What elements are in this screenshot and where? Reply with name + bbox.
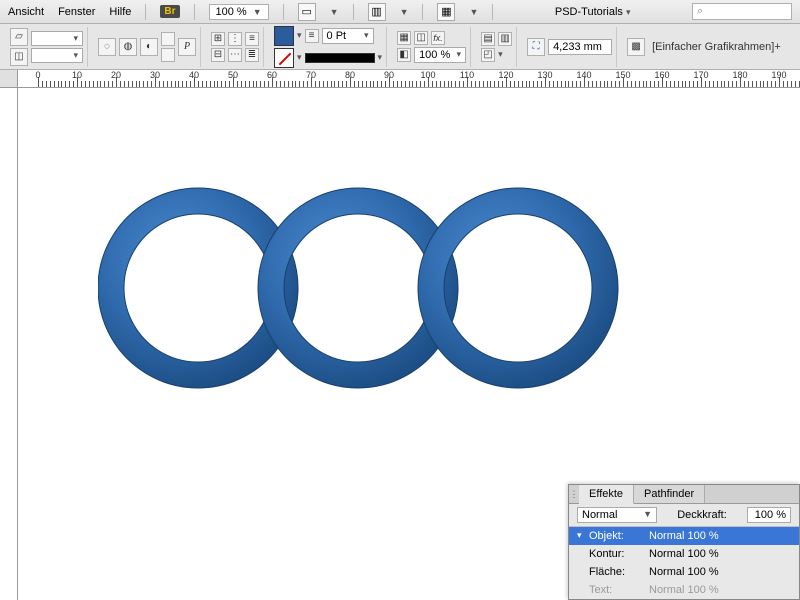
menu-ansicht[interactable]: Ansicht <box>8 6 44 18</box>
constrain-icon-2[interactable]: ◫ <box>10 48 28 66</box>
constrain-icon[interactable]: ▱ <box>10 28 28 46</box>
type-icon[interactable]: P <box>178 38 196 56</box>
tab-pathfinder[interactable]: Pathfinder <box>634 485 705 503</box>
stroke-weight-field[interactable]: 0 Pt▾ <box>322 28 374 44</box>
object-style-name[interactable]: [Einfacher Grafikrahmen]+ <box>648 41 781 53</box>
wrap-icon[interactable]: ▤ <box>481 32 495 46</box>
view-mode-1-icon[interactable]: ▭ <box>298 3 316 21</box>
panel-tabs: ⋮ Effekte Pathfinder <box>569 485 799 504</box>
audi-rings-artwork[interactable] <box>98 178 638 398</box>
align-icon[interactable]: ≣ <box>245 48 259 62</box>
height-field[interactable]: ▾ <box>31 48 83 63</box>
opacity-field[interactable]: 100 %▾ <box>414 47 466 63</box>
tab-effekte[interactable]: Effekte <box>579 485 634 504</box>
opacity-icon[interactable]: ◧ <box>397 48 411 62</box>
pathfinder-icon[interactable]: ◍ <box>119 38 137 56</box>
ruler-vertical[interactable] <box>0 88 18 600</box>
frame-fit-icon[interactable]: ⛶ <box>527 38 545 56</box>
menu-fenster[interactable]: Fenster <box>58 6 95 18</box>
effects-row-objekt[interactable]: ▾ Objekt:Normal 100 % <box>569 527 799 545</box>
width-field[interactable]: ▾ <box>31 31 83 46</box>
separator <box>492 4 493 20</box>
style-icon[interactable]: ▩ <box>627 38 645 56</box>
search-box[interactable]: ⌕ <box>692 3 792 20</box>
disclosure-triangle-icon: ▾ <box>577 530 582 541</box>
fx-icon[interactable]: fx. <box>431 31 445 45</box>
menubar: Ansicht Fenster Hilfe Br 100 %▼ ▭▼ ▥▼ ▦▼… <box>0 0 800 24</box>
tool-icon[interactable] <box>161 32 175 46</box>
workspace-dropdown[interactable]: PSD-Tutorials ▾ <box>555 6 631 18</box>
measurement-field[interactable]: 4,233 mm <box>548 39 612 55</box>
separator <box>422 4 423 20</box>
effect-icon[interactable]: ▦ <box>397 31 411 45</box>
align-icon[interactable]: ≡ <box>245 32 259 46</box>
separator <box>194 4 195 20</box>
pathfinder-icon[interactable]: ◐ <box>140 38 158 56</box>
stroke-style[interactable] <box>305 53 375 63</box>
fill-swatch[interactable] <box>274 26 294 46</box>
opacity-field[interactable]: 100 % <box>747 507 791 523</box>
distribute-icon[interactable]: ⋮ <box>228 32 242 46</box>
stroke-swatch[interactable] <box>274 48 294 68</box>
separator <box>353 4 354 20</box>
search-icon: ⌕ <box>697 5 703 18</box>
effects-row-flaeche[interactable]: Fläche:Normal 100 % <box>569 563 799 581</box>
panel-grip-icon[interactable]: ⋮ <box>569 485 579 503</box>
corner-icon[interactable]: ◰ <box>481 48 495 62</box>
align-icon[interactable]: ⊞ <box>211 32 225 46</box>
menu-hilfe[interactable]: Hilfe <box>109 6 131 18</box>
effects-panel: ⋮ Effekte Pathfinder Normal▼ Deckkraft: … <box>568 484 800 600</box>
separator <box>145 4 146 20</box>
effects-row-kontur[interactable]: Kontur:Normal 100 % <box>569 545 799 563</box>
zoom-dropdown[interactable]: 100 %▼ <box>209 4 269 20</box>
separator <box>283 4 284 20</box>
stroke-weight-icon: ≡ <box>305 29 319 43</box>
tool-icon[interactable] <box>161 48 175 62</box>
align-icon[interactable]: ⊟ <box>211 48 225 62</box>
opacity-label: Deckkraft: <box>677 509 727 521</box>
chevron-down-icon: ▼ <box>253 7 262 17</box>
control-bar: ▱◫ ▾▾ ◌ ◍ ◐ P ⊞⊟ ⋮⋯ ≡≣ ▾ ≡ 0 Pt▾ ▾ ▾ ▦◫f… <box>0 24 800 70</box>
ruler-corner <box>0 70 18 88</box>
view-mode-2-icon[interactable]: ▥ <box>368 3 386 21</box>
ruler-horizontal[interactable]: 0102030405060708090100110120130140150160… <box>18 70 800 88</box>
blend-mode-dropdown[interactable]: Normal▼ <box>577 507 657 523</box>
search-input[interactable] <box>707 6 777 18</box>
pathfinder-icon[interactable]: ◌ <box>98 38 116 56</box>
effects-target-list: ▾ Objekt:Normal 100 % Kontur:Normal 100 … <box>569 527 799 599</box>
arrange-icon[interactable]: ▦ <box>437 3 455 21</box>
bridge-badge[interactable]: Br <box>160 5 179 18</box>
effects-row-text[interactable]: Text:Normal 100 % <box>569 581 799 599</box>
effect-icon[interactable]: ◫ <box>414 31 428 45</box>
distribute-icon[interactable]: ⋯ <box>228 48 242 62</box>
wrap-icon[interactable]: ▥ <box>498 32 512 46</box>
